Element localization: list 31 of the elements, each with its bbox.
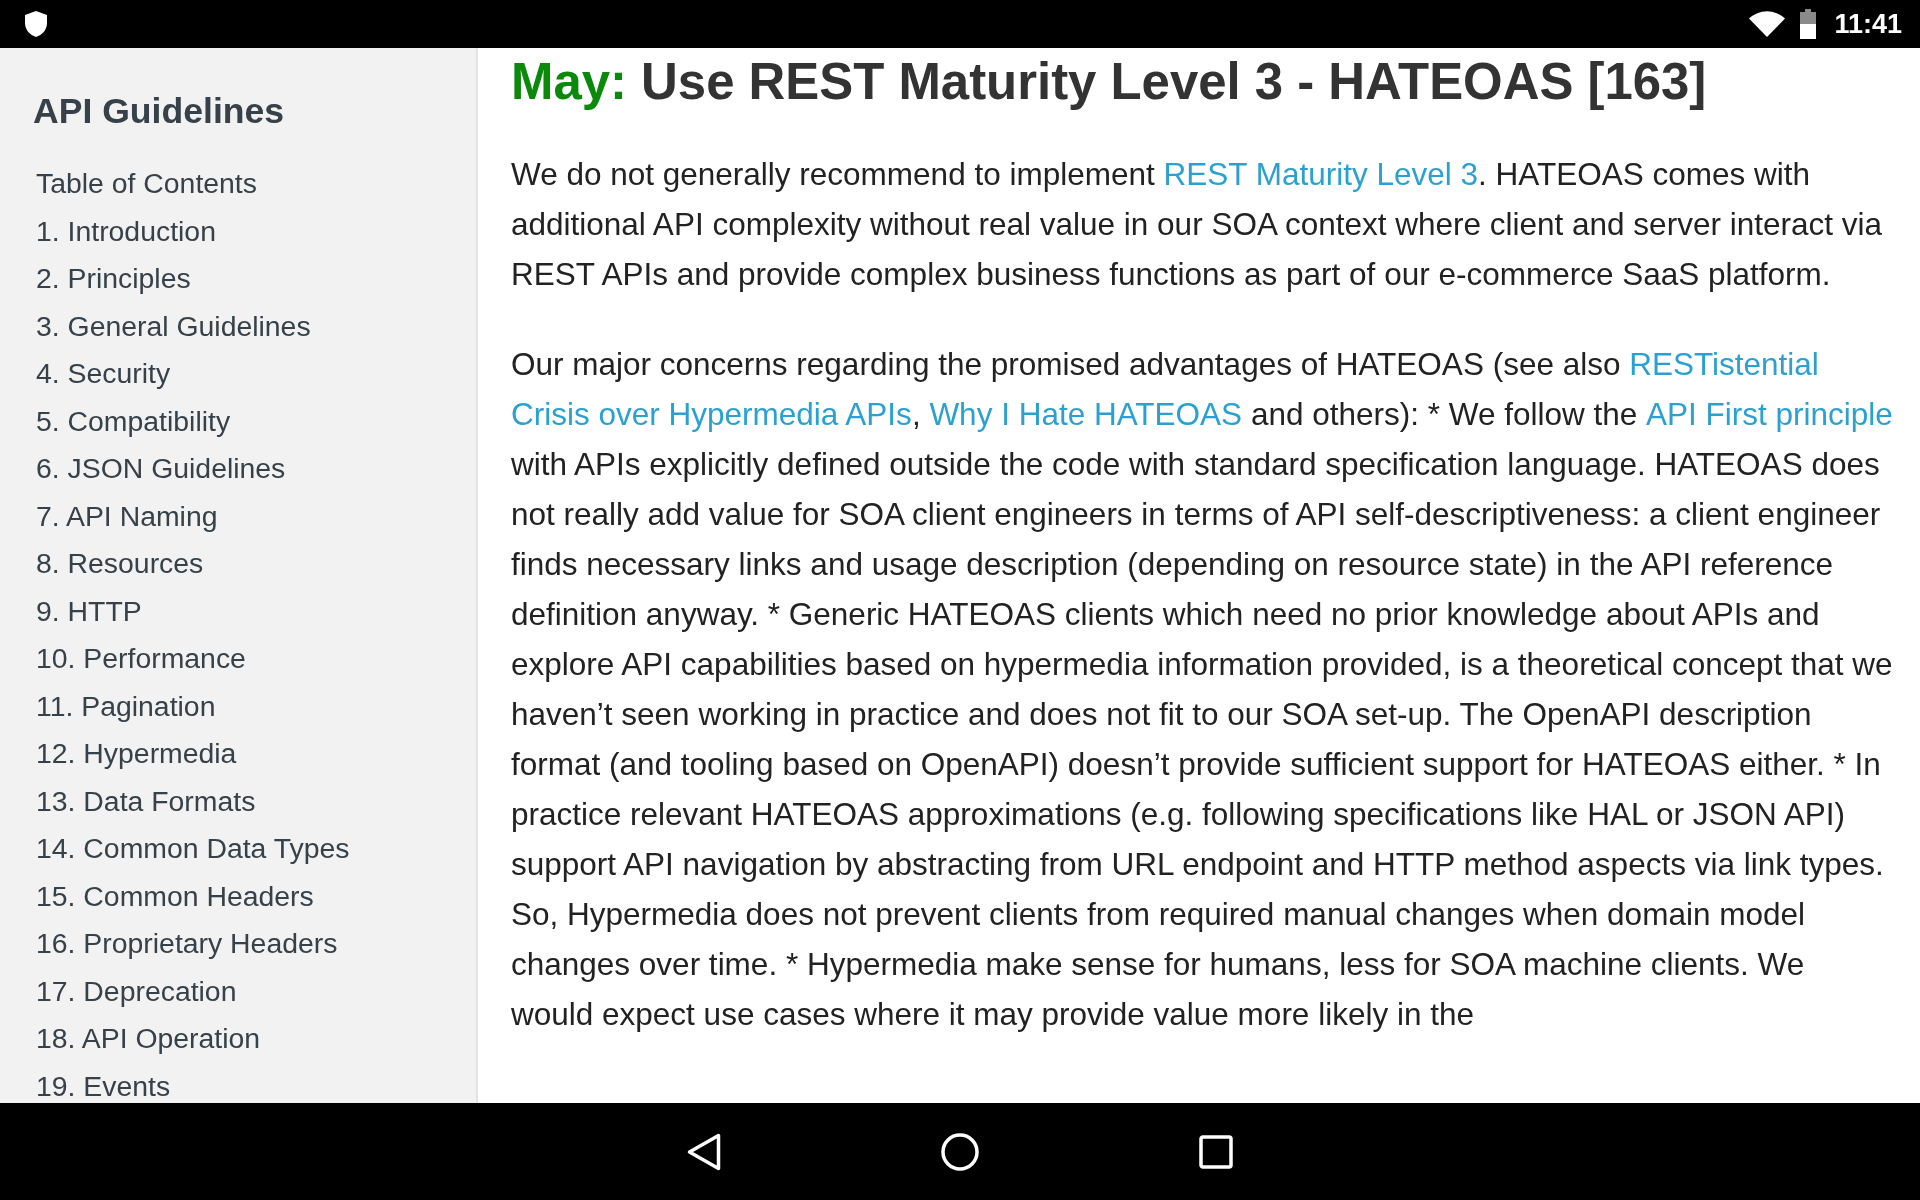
toc-link[interactable]: 6. JSON Guidelines	[36, 445, 286, 493]
toc-link[interactable]: 10. Performance	[36, 635, 246, 683]
home-icon[interactable]	[941, 1132, 979, 1171]
toc-link[interactable]: 11. Pagination	[36, 682, 216, 730]
toc-link[interactable]: 15. Common Headers	[36, 872, 314, 920]
sidebar-title: API Guidelines	[33, 90, 285, 132]
clock-time: 11:41	[1834, 8, 1902, 40]
toc-link[interactable]: 16. Proprietary Headers	[36, 920, 338, 968]
back-icon[interactable]	[687, 1132, 721, 1171]
toc-link[interactable]: 12. Hypermedia	[36, 730, 237, 778]
shield-icon	[25, 11, 47, 37]
paragraph-text: We do not generally recommend to implement REST Maturity Level 3. HATEOAS comes with additional API complexity without real value in our SOA context where client and server interact via REST APIs and provide complex business functions as part of our e-commerce SaaS platform.	[511, 149, 1894, 299]
toc-link[interactable]: 2. Principles	[36, 255, 191, 303]
toc-link[interactable]: 18. API Operation	[36, 1015, 261, 1063]
toc-link[interactable]: 7. API Naming	[36, 492, 218, 540]
toc-link[interactable]: 5. Compatibility	[36, 397, 231, 445]
toc-link[interactable]: 9. HTTP	[36, 587, 142, 635]
recent-apps-icon[interactable]	[1199, 1134, 1233, 1169]
toc-link[interactable]: Table of Contents	[36, 160, 257, 208]
toc-link[interactable]: 4. Security	[36, 350, 171, 398]
toc-link[interactable]: 17. Deprecation	[36, 967, 237, 1015]
toc-link[interactable]: 1. Introduction	[36, 207, 216, 255]
toc-link[interactable]: 8. Resources	[36, 540, 204, 588]
toc-link[interactable]: 14. Common Data Types	[36, 825, 350, 873]
toc-link[interactable]: 3. General Guidelines	[36, 302, 311, 350]
wifi-icon	[1749, 11, 1786, 37]
toc-link[interactable]: 19. Events	[36, 1062, 171, 1103]
paragraph-text: Our major concerns regarding the promised advantages of HATEOAS (see also RESTistential Crisis over Hypermedia APIs, Why I Hate HATEOAS and others): * We follow the API First principle with APIs explicitly defined outside the code with standard specification language. HATEOAS does not really add value for SOA client engineers in terms of API self-descriptiveness: a client engineer finds necessary links and usage description (depending on resource state) in the API reference definition anyway. * Generic HATEOAS clients which need no prior knowledge about APIs and explore API capabilities based on hypermedia information provided, is a theoretical concept that we haven’t seen working in practice and does not fit to our SOA set-up. The OpenAPI description format (and tooling based on OpenAPI) doesn’t provide sufficient support for HATEOAS either. * In practice relevant HATEOAS approximations (e.g. following specifications like HAL or JSON API) support API navigation by abstracting from URL endpoint and HTTP method aspects via link types. So, Hypermedia does not prevent clients from required manual changes when domain model changes over time. * Hypermedia make sense for humans, less for SOA machine clients. We would expect use cases where it may provide value more likely in the	[511, 339, 1894, 1039]
battery-icon	[1800, 9, 1817, 39]
section-heading: May: Use REST Maturity Level 3 - HATEOAS [163]	[511, 52, 1707, 112]
toc-link[interactable]: 13. Data Formats	[36, 777, 256, 825]
